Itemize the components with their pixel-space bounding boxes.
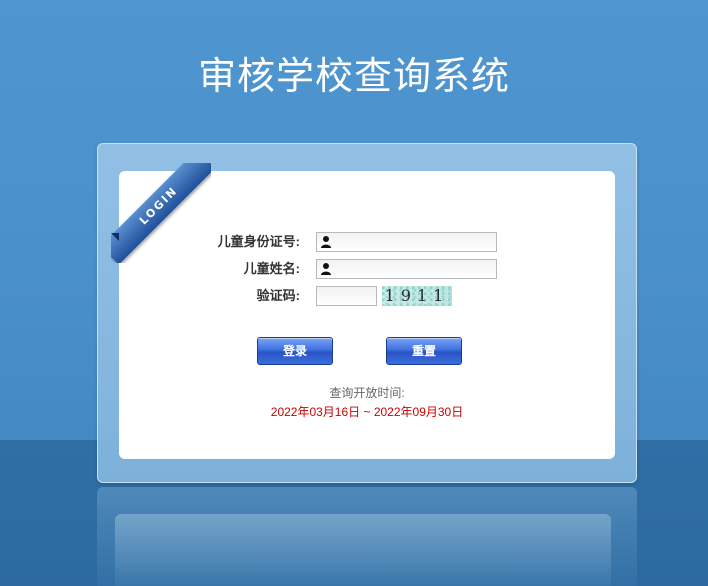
reset-button[interactable]: 重置 [386, 337, 462, 365]
captcha-input[interactable] [316, 286, 377, 306]
id-number-label: 儿童身份证号: [217, 234, 300, 249]
page-title: 审核学校查询系统 [197, 54, 510, 98]
login-button[interactable]: 登录 [257, 337, 333, 365]
ribbon-fold [111, 233, 119, 241]
query-period-range: 2022年03月16日 ~ 2022年09月30日 [270, 405, 464, 419]
captcha-label: 验证码: [256, 288, 300, 303]
captcha-image[interactable]: 1911 [382, 286, 452, 306]
query-period-label: 查询开放时间: [329, 386, 405, 400]
person-icon [321, 236, 331, 248]
card-reflection [115, 514, 611, 586]
child-name-input[interactable] [316, 259, 497, 279]
child-name-label: 儿童姓名: [243, 261, 300, 276]
person-icon [321, 263, 331, 275]
id-number-input[interactable] [316, 232, 497, 252]
